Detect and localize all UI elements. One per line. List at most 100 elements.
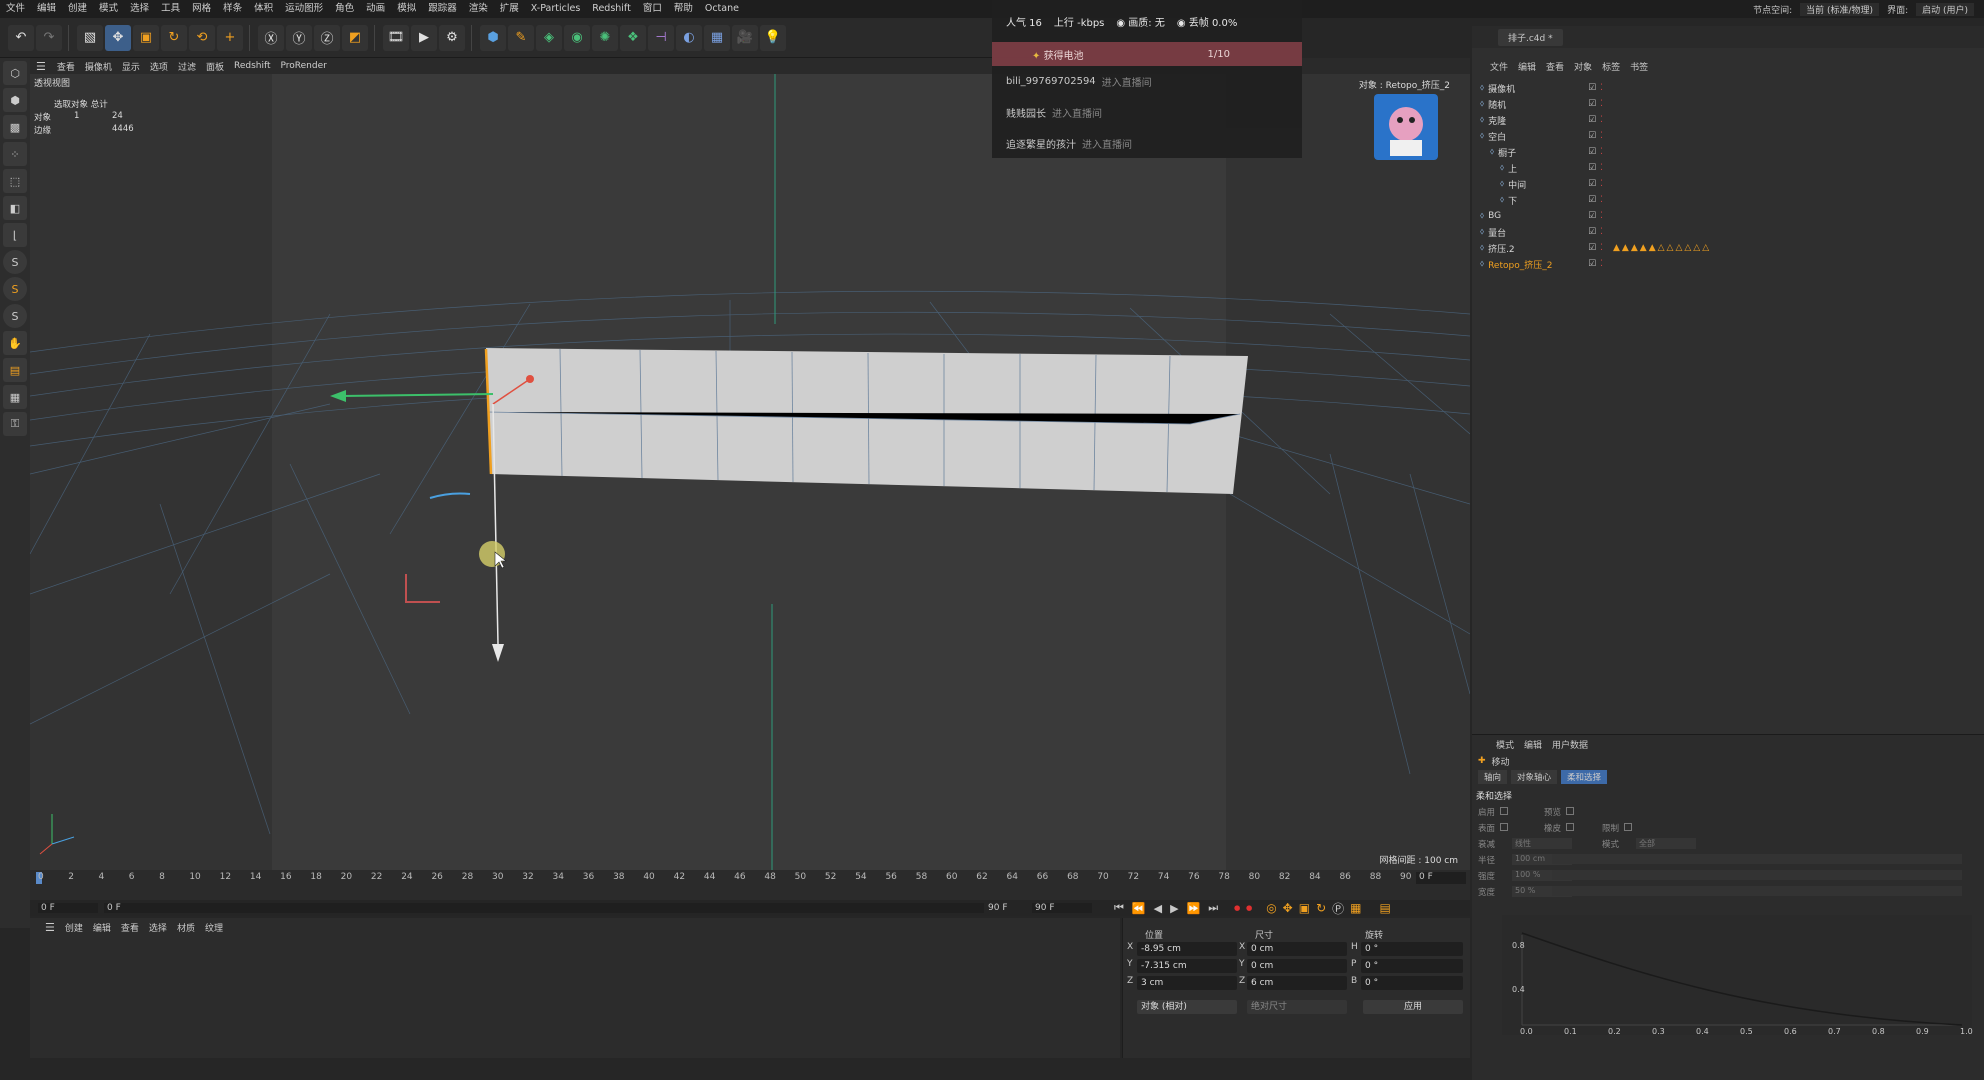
layout-dropdown[interactable]: 启动 (用户) — [1916, 2, 1974, 16]
menu-item[interactable]: 运动图形 — [285, 0, 323, 18]
render-settings-icon[interactable]: ⚙ — [439, 24, 465, 51]
material-menu-item[interactable]: 纹理 — [205, 921, 223, 934]
key-parameter-icon[interactable]: Ⓟ — [1332, 900, 1344, 917]
rotation-field[interactable]: 0 ° — [1361, 976, 1463, 990]
menu-item[interactable]: X-Particles — [531, 0, 581, 18]
prev-key-icon[interactable]: ⏪ — [1132, 902, 1146, 915]
render-view-icon[interactable]: ▶ — [411, 24, 437, 51]
workplane-icon[interactable]: ✋ — [3, 331, 27, 355]
snap-icon[interactable]: S — [3, 250, 27, 274]
material-menu-item[interactable]: 查看 — [121, 921, 139, 934]
end-frame-field[interactable]: 90 F — [1032, 903, 1092, 913]
points-mode-icon[interactable]: ⁘ — [3, 142, 27, 166]
subdivision-icon[interactable]: ◈ — [536, 24, 562, 51]
add-icon[interactable]: + — [217, 24, 243, 51]
render-dot-icon[interactable]: ⁚ — [1600, 211, 1603, 221]
field-icon[interactable]: ◐ — [676, 24, 702, 51]
z-axis-icon[interactable]: Ⓩ — [314, 24, 340, 51]
visibility-checkbox[interactable]: ☑ — [1588, 227, 1596, 237]
position-field[interactable]: -7.315 cm — [1137, 959, 1237, 973]
coord-mode-dropdown[interactable]: 对象 (相对) — [1137, 1000, 1237, 1014]
visibility-checkbox[interactable]: ☑ — [1588, 83, 1596, 93]
object-row[interactable]: ⬨ Retopo_挤压_2 ☑ ⁚ — [1472, 256, 1984, 272]
deformer-icon[interactable]: ⊣ — [648, 24, 674, 51]
viewport-menu-item[interactable]: 选项 — [150, 60, 168, 73]
attribute-checkbox[interactable] — [1566, 807, 1574, 815]
make-editable-icon[interactable]: ⬡ — [3, 61, 27, 85]
recent-tool-icon[interactable]: ⟲ — [189, 24, 215, 51]
material-menu-item[interactable]: 编辑 — [93, 921, 111, 934]
apply-button[interactable]: 应用 — [1363, 1000, 1463, 1014]
menu-item[interactable]: 选择 — [130, 0, 149, 18]
attribute-tab[interactable]: 柔和选择 — [1561, 770, 1608, 784]
floor-icon[interactable]: ▦ — [704, 24, 730, 51]
keyframe-selection-icon[interactable]: ◎ — [1266, 901, 1276, 915]
material-menu-item[interactable]: 材质 — [177, 921, 195, 934]
play-icon[interactable]: ▶ — [1170, 902, 1178, 915]
goto-start-icon[interactable]: ⏮ — [1114, 901, 1124, 915]
render-dot-icon[interactable]: ⁚ — [1600, 163, 1603, 173]
mograph-icon[interactable]: ❖ — [620, 24, 646, 51]
select-icon[interactable]: ▧ — [77, 24, 103, 51]
object-row[interactable]: ⬨ 下 ☑ ⁚ — [1472, 192, 1984, 208]
hamburger-icon[interactable]: ☰ — [36, 60, 46, 73]
grid-icon[interactable]: ▦ — [3, 385, 27, 409]
object-row[interactable]: ⬨ 中间 ☑ ⁚ — [1472, 176, 1984, 192]
attribute-menu-item[interactable]: 编辑 — [1524, 738, 1542, 751]
object-row[interactable]: ⬨ 摄像机 ☑ ⁚ — [1472, 80, 1984, 96]
uv-mode-icon[interactable]: ⌊ — [3, 223, 27, 247]
menu-item[interactable]: 编辑 — [37, 0, 56, 18]
menu-item[interactable]: 扩展 — [500, 0, 519, 18]
attribute-slider[interactable] — [1552, 870, 1962, 880]
key-rotation-icon[interactable]: ↻ — [1316, 901, 1326, 915]
effector-icon[interactable]: ✺ — [592, 24, 618, 51]
object-row[interactable]: ⬨ BG ☑ ⁚ — [1472, 208, 1984, 224]
render-dot-icon[interactable]: ⁚ — [1600, 147, 1603, 157]
menu-item[interactable]: Octane — [705, 0, 739, 18]
attribute-slider[interactable] — [1552, 854, 1962, 864]
polygons-mode-icon[interactable]: ◧ — [3, 196, 27, 220]
attribute-checkbox[interactable] — [1624, 823, 1632, 831]
key-position-icon[interactable]: ✥ — [1283, 901, 1293, 915]
move-icon[interactable]: ✥ — [105, 24, 131, 51]
visibility-checkbox[interactable]: ☑ — [1588, 195, 1596, 205]
visibility-checkbox[interactable]: ☑ — [1588, 115, 1596, 125]
preview-start-field[interactable]: 0 F — [104, 903, 984, 913]
menu-item[interactable]: 窗口 — [643, 0, 662, 18]
menu-item[interactable]: 模式 — [99, 0, 118, 18]
viewport-menu-item[interactable]: 过滤 — [178, 60, 196, 73]
menu-item[interactable]: 帮助 — [674, 0, 693, 18]
x-axis-icon[interactable]: Ⓧ — [258, 24, 284, 51]
menu-item[interactable]: 文件 — [6, 0, 25, 18]
attribute-tab[interactable]: 轴向 — [1478, 770, 1508, 784]
autokey-icon[interactable]: ⏺ — [1246, 901, 1252, 916]
next-key-icon[interactable]: ⏩ — [1187, 902, 1201, 915]
attribute-tab[interactable]: 对象轴心 — [1511, 770, 1558, 784]
preview-end-field[interactable]: 90 F — [988, 903, 1028, 913]
render-dot-icon[interactable]: ⁚ — [1600, 243, 1603, 253]
scale-icon[interactable]: ▣ — [133, 24, 159, 51]
pen-icon[interactable]: ✎ — [508, 24, 534, 51]
menu-item[interactable]: 体积 — [254, 0, 273, 18]
attribute-value[interactable]: 线性 — [1512, 838, 1572, 849]
size-mode-dropdown[interactable]: 绝对尺寸 — [1247, 1000, 1347, 1014]
attribute-checkbox[interactable] — [1566, 823, 1574, 831]
node-space-dropdown[interactable]: 当前 (标准/物理) — [1800, 2, 1880, 16]
object-row[interactable]: ⬨ 随机 ☑ ⁚ — [1472, 96, 1984, 112]
viewport-menu-item[interactable]: ProRender — [281, 61, 327, 71]
object-row[interactable]: ⬨ 橱子 ☑ ⁚ — [1472, 144, 1984, 160]
object-menu-item[interactable]: 编辑 — [1518, 60, 1536, 73]
cube-icon[interactable]: ⬢ — [480, 24, 506, 51]
key-scale-icon[interactable]: ▣ — [1299, 901, 1310, 915]
solo-icon[interactable]: ▤ — [3, 358, 27, 382]
attribute-checkbox[interactable] — [1500, 807, 1508, 815]
object-row[interactable]: ⬨ 空白 ☑ ⁚ — [1472, 128, 1984, 144]
material-menu-item[interactable]: 选择 — [149, 921, 167, 934]
menu-item[interactable]: 模拟 — [397, 0, 416, 18]
drop-radio[interactable]: ◉ 丢帧 0.0% — [1177, 14, 1238, 29]
object-menu-item[interactable]: 文件 — [1490, 60, 1508, 73]
visibility-checkbox[interactable]: ☑ — [1588, 179, 1596, 189]
object-row[interactable]: ⬨ 量台 ☑ ⁚ — [1472, 224, 1984, 240]
start-frame-field[interactable]: 0 F — [38, 903, 98, 913]
attribute-menu-item[interactable]: 模式 — [1496, 738, 1514, 751]
